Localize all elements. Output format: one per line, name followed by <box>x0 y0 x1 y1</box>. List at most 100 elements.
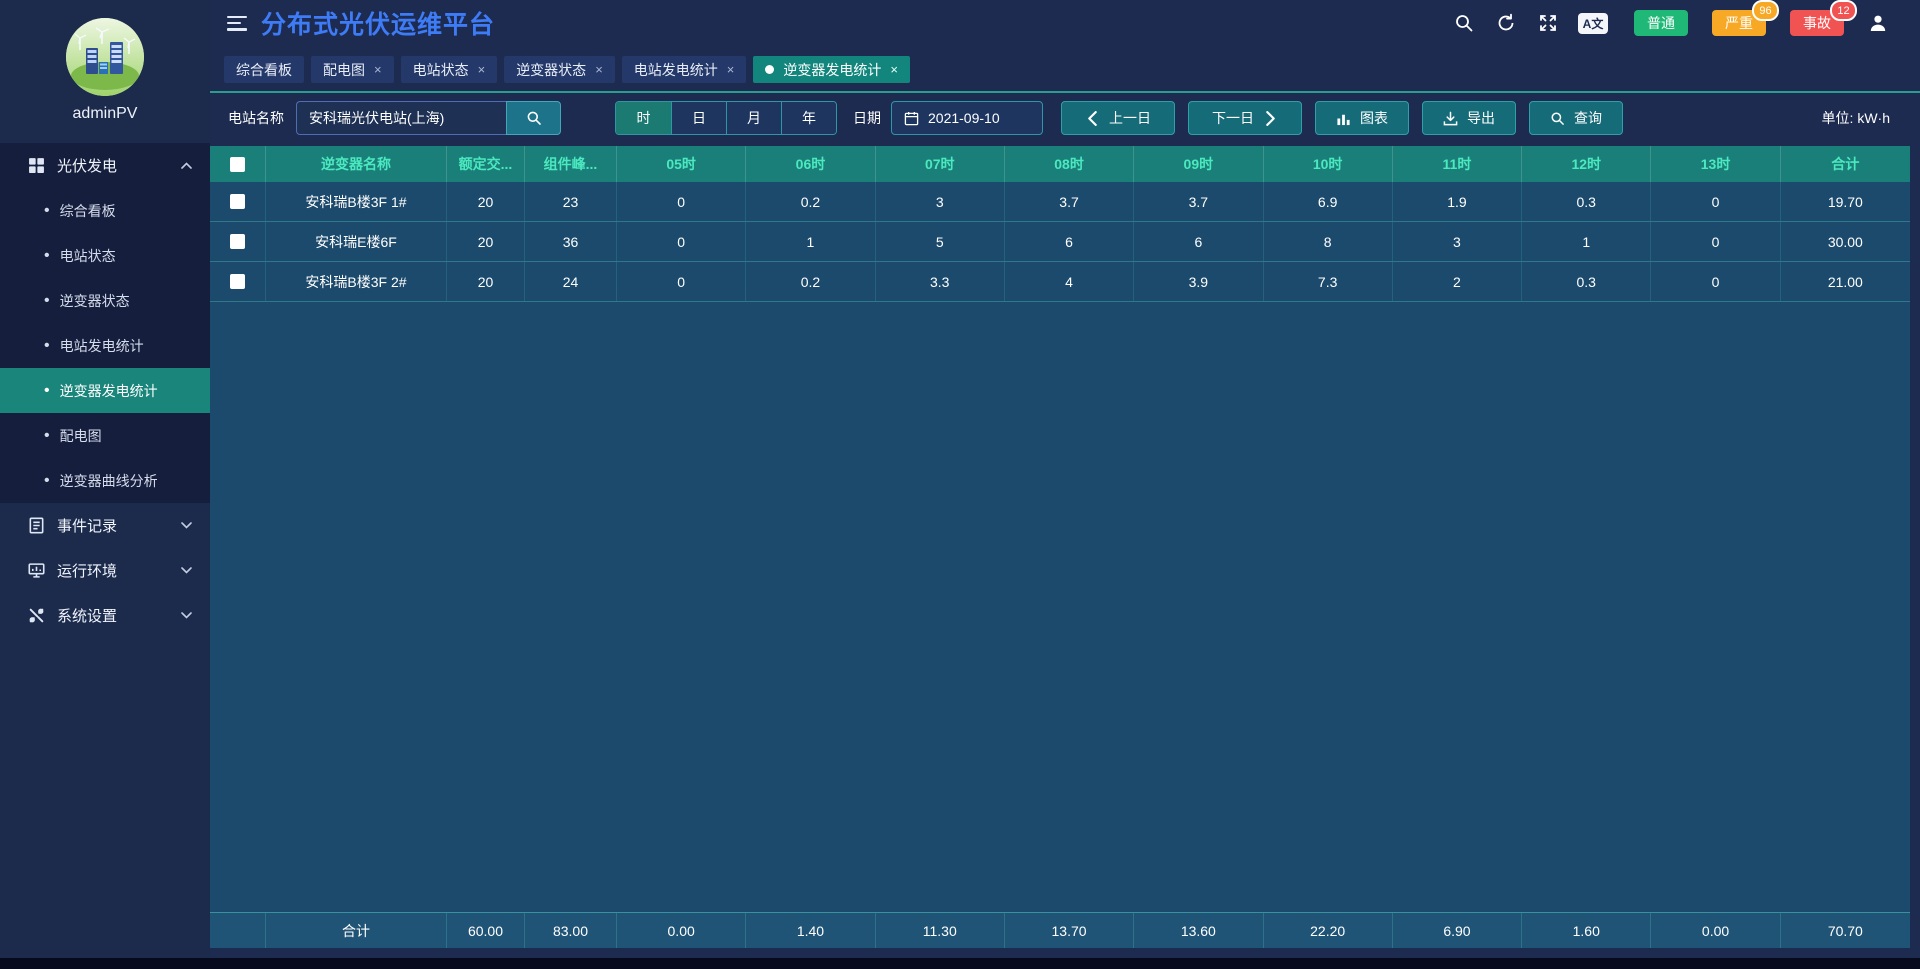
value-cell: 36 <box>525 222 617 261</box>
tab-电站发电统计[interactable]: 电站发电统计× <box>622 56 747 83</box>
sidebar-item-逆变器曲线分析[interactable]: •逆变器曲线分析 <box>0 458 210 503</box>
main-content: 分布式光伏运维平台 A文 普通严重96事故12 <box>210 0 1920 958</box>
tab-close-icon[interactable]: × <box>374 62 382 77</box>
tab-逆变器发电统计[interactable]: 逆变器发电统计 × <box>753 56 910 83</box>
sidebar-item-逆变器发电统计[interactable]: • 逆变器发电统计 <box>0 368 210 413</box>
sidebar-item-label: 电站发电统计 <box>60 336 144 356</box>
sidebar-item-综合看板[interactable]: •综合看板 <box>0 188 210 233</box>
column-header: 07时 <box>876 146 1005 182</box>
toolbar: 电站名称 时日月年 日期 2021-09-10 上一日 <box>228 100 1890 136</box>
sidebar-section-运行环境[interactable]: 运行环境 <box>0 548 210 593</box>
user-icon[interactable] <box>1866 11 1890 35</box>
value-cell: 0.3 <box>1522 182 1651 221</box>
column-header: 合计 <box>1781 146 1910 182</box>
date-label: 日期 <box>853 108 881 128</box>
value-cell: 0 <box>1651 262 1780 301</box>
tab-label: 逆变器发电统计 <box>783 60 881 80</box>
select-all-checkbox[interactable] <box>230 157 245 172</box>
inverter-table: 逆变器名称额定交...组件峰...05时06时07时08时09时10时11时12… <box>210 146 1910 948</box>
alarm-pill-严重[interactable]: 严重96 <box>1712 10 1766 36</box>
content-divider <box>210 91 1920 93</box>
chevron-down-icon <box>181 522 192 529</box>
period-日[interactable]: 日 <box>671 102 726 134</box>
alarm-pills: 普通严重96 事故12 <box>1634 10 1844 36</box>
alarm-pill-事故[interactable]: 事故12 <box>1790 10 1844 36</box>
period-segmented: 时日月年 <box>615 101 837 135</box>
download-icon <box>1443 111 1458 126</box>
tab-label: 综合看板 <box>236 60 292 80</box>
column-header: 逆变器名称 <box>266 146 447 182</box>
fullscreen-icon[interactable] <box>1536 11 1560 35</box>
tab-综合看板[interactable]: 综合看板 <box>224 56 304 83</box>
event-log-icon <box>28 517 45 534</box>
row-checkbox[interactable] <box>230 234 245 249</box>
value-cell: 3 <box>876 182 1005 221</box>
station-name-label: 电站名称 <box>228 108 284 128</box>
alarm-pill-label: 事故 <box>1803 13 1831 33</box>
chevron-left-icon <box>1085 111 1100 126</box>
value-cell: 1 <box>1522 222 1651 261</box>
alarm-count-badge: 96 <box>1752 0 1779 21</box>
table-row: 安科瑞B楼3F 1#202300.233.73.76.91.90.3019.70 <box>210 182 1910 222</box>
next-day-button[interactable]: 下一日 <box>1188 101 1302 135</box>
sidebar-item-label: 逆变器发电统计 <box>60 381 158 401</box>
value-cell: 3.9 <box>1134 262 1263 301</box>
value-cell: 20 <box>447 222 525 261</box>
sidebar-section-系统设置[interactable]: 系统设置 <box>0 593 210 638</box>
search-icon[interactable] <box>1452 11 1476 35</box>
tab-close-icon[interactable]: × <box>890 62 898 77</box>
column-header: 11时 <box>1393 146 1522 182</box>
sidebar-item-label: 电站状态 <box>60 246 116 266</box>
tab-电站状态[interactable]: 电站状态× <box>401 56 498 83</box>
value-cell: 3.7 <box>1005 182 1134 221</box>
collapse-menu-icon[interactable] <box>227 16 247 31</box>
chevron-down-icon <box>181 612 192 619</box>
sidebar-item-配电图[interactable]: •配电图 <box>0 413 210 458</box>
sidebar-section-光伏发电[interactable]: 光伏发电 <box>0 143 210 188</box>
topbar-actions: A文 普通严重96 事故12 <box>1452 10 1890 36</box>
query-button[interactable]: 查询 <box>1529 101 1623 135</box>
sidebar-item-电站发电统计[interactable]: •电站发电统计 <box>0 323 210 368</box>
value-cell: 6 <box>1134 222 1263 261</box>
submenu: •综合看板 • 电站状态 •逆变器状态•电站发电统计 • 逆变器发电统计 •配电图•逆变器曲… <box>0 188 210 503</box>
translate-icon[interactable]: A文 <box>1578 13 1608 34</box>
inverter-name-cell: 安科瑞E楼6F <box>266 222 447 261</box>
footer-value-cell: 60.00 <box>447 913 525 948</box>
value-cell: 7.3 <box>1264 262 1393 301</box>
row-checkbox[interactable] <box>230 274 245 289</box>
value-cell: 5 <box>876 222 1005 261</box>
row-checkbox[interactable] <box>230 194 245 209</box>
sidebar-item-逆变器状态[interactable]: •逆变器状态 <box>0 278 210 323</box>
menu-section-光伏发电: 光伏发电•综合看板•电站状态•逆变器状态•电站发电统计•逆变器发电统计•配电图•… <box>0 143 210 503</box>
export-button[interactable]: 导出 <box>1422 101 1516 135</box>
prev-day-button[interactable]: 上一日 <box>1061 101 1175 135</box>
value-cell: 3.3 <box>876 262 1005 301</box>
alarm-pill-普通[interactable]: 普通 <box>1634 10 1688 36</box>
row-checkbox-cell <box>210 222 266 261</box>
bar-chart-icon <box>1336 111 1351 126</box>
date-picker[interactable]: 2021-09-10 <box>891 101 1043 135</box>
value-cell: 6.9 <box>1264 182 1393 221</box>
station-name-input[interactable] <box>296 101 506 135</box>
chart-button[interactable]: 图表 <box>1315 101 1409 135</box>
period-月[interactable]: 月 <box>726 102 781 134</box>
period-年[interactable]: 年 <box>781 102 836 134</box>
column-header: 组件峰... <box>525 146 617 182</box>
sidebar-item-电站状态[interactable]: • 电站状态 <box>0 233 210 278</box>
tab-逆变器状态[interactable]: 逆变器状态× <box>504 56 615 83</box>
value-cell: 1 <box>746 222 875 261</box>
tab-close-icon[interactable]: × <box>727 62 735 77</box>
bullet-icon: • <box>44 383 50 399</box>
username: adminPV <box>73 105 138 123</box>
active-tab-dot-icon <box>765 65 774 74</box>
tab-配电图[interactable]: 配电图× <box>311 56 394 83</box>
refresh-icon[interactable] <box>1494 11 1518 35</box>
period-时[interactable]: 时 <box>616 102 671 134</box>
tab-close-icon[interactable]: × <box>595 62 603 77</box>
station-search-button[interactable] <box>506 101 561 135</box>
sidebar-item-label: 配电图 <box>60 426 102 446</box>
sidebar-section-事件记录[interactable]: 事件记录 <box>0 503 210 548</box>
value-cell: 23 <box>525 182 617 221</box>
tab-close-icon[interactable]: × <box>478 62 486 77</box>
bullet-icon: • <box>44 248 50 264</box>
